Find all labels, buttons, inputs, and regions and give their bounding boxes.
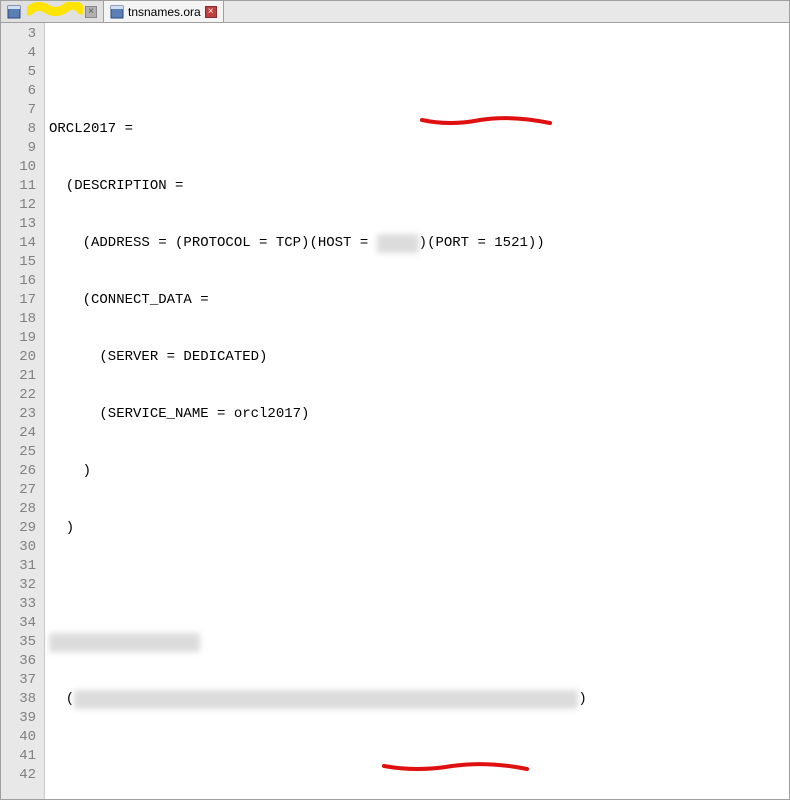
line-number: 5 [5,63,36,82]
line-number: 22 [5,386,36,405]
code-line: (ADDRESS = (PROTOCOL = TCP)(HOST = xxxxx… [49,234,785,253]
code-area[interactable]: ORCL2017 = (DESCRIPTION = (ADDRESS = (PR… [45,23,789,799]
line-number: 26 [5,462,36,481]
line-number: 32 [5,576,36,595]
code-line: ORCL2017 = [49,120,785,139]
tab-file-2[interactable]: tnsnames.ora × [104,1,224,22]
line-number: 25 [5,443,36,462]
line-number: 9 [5,139,36,158]
code-line: XXXXXXXXXXXXXXXX = [49,633,785,652]
close-icon[interactable]: × [205,6,217,18]
line-number: 40 [5,728,36,747]
tab-label: tnsnames.ora [128,5,201,19]
line-number: 12 [5,196,36,215]
code-line: (XXXXXXXXXXXXXXXXXXXXXXXXXXXXXXXXXXXXXXX… [49,690,785,709]
line-number: 35 [5,633,36,652]
line-number: 29 [5,519,36,538]
line-number: 19 [5,329,36,348]
line-number: 17 [5,291,36,310]
redacted-text: XXXXXXXXXXXXXXXXXXXXXXXXXXXXXXXXXXXXXXXX… [74,690,578,709]
code-line [49,747,785,766]
file-icon [7,5,21,19]
code-editor[interactable]: 3456789101112131415161718192021222324252… [1,23,789,799]
code-line: (DESCRIPTION = [49,177,785,196]
line-number: 38 [5,690,36,709]
line-number: 15 [5,253,36,272]
line-number: 39 [5,709,36,728]
tab-bar: × tnsnames.ora × [1,1,789,23]
redacted-text: xxxxx [377,234,419,253]
line-number: 33 [5,595,36,614]
code-line [49,576,785,595]
code-line: (CONNECT_DATA = [49,291,785,310]
line-number: 18 [5,310,36,329]
line-number: 34 [5,614,36,633]
line-number: 31 [5,557,36,576]
code-line [49,63,785,82]
line-number: 37 [5,671,36,690]
line-number: 28 [5,500,36,519]
close-icon[interactable]: × [85,6,97,18]
line-number: 8 [5,120,36,139]
line-number: 13 [5,215,36,234]
file-icon [110,5,124,19]
code-line: (SERVICE_NAME = orcl2017) [49,405,785,424]
code-line: (SERVER = DEDICATED) [49,348,785,367]
line-number: 6 [5,82,36,101]
line-number: 10 [5,158,36,177]
line-number: 3 [5,25,36,44]
redacted-text: XXXXXXXXXXXXXXXX = [49,633,200,652]
line-number: 4 [5,44,36,63]
code-line: ) [49,462,785,481]
editor-window: × tnsnames.ora × 34567891011121314151617… [0,0,790,800]
line-number: 16 [5,272,36,291]
line-number: 21 [5,367,36,386]
line-number: 41 [5,747,36,766]
line-number: 23 [5,405,36,424]
line-number: 11 [5,177,36,196]
line-number: 27 [5,481,36,500]
line-number-gutter: 3456789101112131415161718192021222324252… [1,23,45,799]
code-line: ) [49,519,785,538]
line-number: 20 [5,348,36,367]
line-number: 14 [5,234,36,253]
line-number: 24 [5,424,36,443]
line-number: 7 [5,101,36,120]
line-number: 36 [5,652,36,671]
line-number: 30 [5,538,36,557]
line-number: 42 [5,766,36,785]
tab-file-1[interactable]: × [1,1,104,22]
